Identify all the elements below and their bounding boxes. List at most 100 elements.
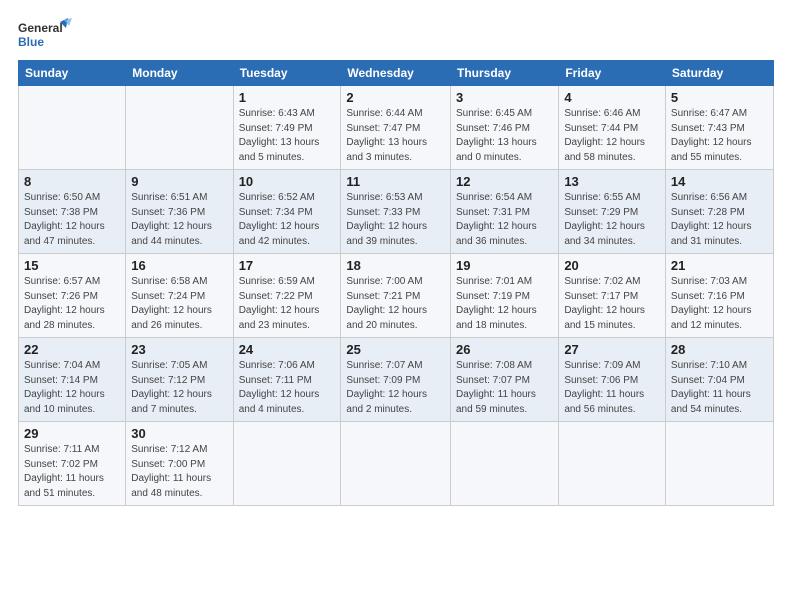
svg-text:Blue: Blue — [18, 35, 44, 49]
calendar-cell — [233, 422, 341, 506]
calendar-cell: 21 Sunrise: 7:03 AMSunset: 7:16 PMDaylig… — [665, 254, 773, 338]
day-number: 12 — [456, 174, 553, 189]
calendar-cell: 30 Sunrise: 7:12 AMSunset: 7:00 PMDaylig… — [126, 422, 233, 506]
calendar-cell: 18 Sunrise: 7:00 AMSunset: 7:21 PMDaylig… — [341, 254, 451, 338]
calendar-cell: 12 Sunrise: 6:54 AMSunset: 7:31 PMDaylig… — [450, 170, 558, 254]
day-of-week-header: Tuesday — [233, 61, 341, 86]
calendar-cell: 20 Sunrise: 7:02 AMSunset: 7:17 PMDaylig… — [559, 254, 666, 338]
day-info: Sunrise: 6:59 AMSunset: 7:22 PMDaylight:… — [239, 276, 320, 331]
calendar-cell: 24 Sunrise: 7:06 AMSunset: 7:11 PMDaylig… — [233, 338, 341, 422]
day-info: Sunrise: 7:00 AMSunset: 7:21 PMDaylight:… — [346, 276, 427, 331]
day-info: Sunrise: 7:05 AMSunset: 7:12 PMDaylight:… — [131, 360, 212, 415]
calendar-cell: 13 Sunrise: 6:55 AMSunset: 7:29 PMDaylig… — [559, 170, 666, 254]
logo-svg: General Blue — [18, 18, 73, 54]
day-info: Sunrise: 7:12 AMSunset: 7:00 PMDaylight:… — [131, 444, 211, 499]
calendar-cell: 16 Sunrise: 6:58 AMSunset: 7:24 PMDaylig… — [126, 254, 233, 338]
day-number: 23 — [131, 342, 227, 357]
day-info: Sunrise: 7:01 AMSunset: 7:19 PMDaylight:… — [456, 276, 537, 331]
calendar-table: SundayMondayTuesdayWednesdayThursdayFrid… — [18, 60, 774, 506]
day-info: Sunrise: 6:58 AMSunset: 7:24 PMDaylight:… — [131, 276, 212, 331]
day-number: 24 — [239, 342, 336, 357]
logo: General Blue — [18, 18, 73, 54]
calendar-week-row: 1 Sunrise: 6:43 AMSunset: 7:49 PMDayligh… — [19, 86, 774, 170]
day-of-week-header: Saturday — [665, 61, 773, 86]
day-number: 1 — [239, 90, 336, 105]
calendar-cell: 15 Sunrise: 6:57 AMSunset: 7:26 PMDaylig… — [19, 254, 126, 338]
calendar-cell — [450, 422, 558, 506]
day-info: Sunrise: 6:53 AMSunset: 7:33 PMDaylight:… — [346, 192, 427, 247]
day-info: Sunrise: 6:45 AMSunset: 7:46 PMDaylight:… — [456, 108, 537, 163]
day-of-week-header: Wednesday — [341, 61, 451, 86]
calendar-week-row: 8 Sunrise: 6:50 AMSunset: 7:38 PMDayligh… — [19, 170, 774, 254]
day-info: Sunrise: 6:50 AMSunset: 7:38 PMDaylight:… — [24, 192, 105, 247]
day-info: Sunrise: 6:54 AMSunset: 7:31 PMDaylight:… — [456, 192, 537, 247]
calendar-week-row: 22 Sunrise: 7:04 AMSunset: 7:14 PMDaylig… — [19, 338, 774, 422]
svg-text:General: General — [18, 21, 63, 35]
calendar-cell: 23 Sunrise: 7:05 AMSunset: 7:12 PMDaylig… — [126, 338, 233, 422]
day-number: 8 — [24, 174, 120, 189]
calendar-cell: 19 Sunrise: 7:01 AMSunset: 7:19 PMDaylig… — [450, 254, 558, 338]
day-number: 22 — [24, 342, 120, 357]
calendar-cell: 10 Sunrise: 6:52 AMSunset: 7:34 PMDaylig… — [233, 170, 341, 254]
calendar-week-row: 15 Sunrise: 6:57 AMSunset: 7:26 PMDaylig… — [19, 254, 774, 338]
day-number: 29 — [24, 426, 120, 441]
day-number: 13 — [564, 174, 660, 189]
day-info: Sunrise: 6:55 AMSunset: 7:29 PMDaylight:… — [564, 192, 645, 247]
day-number: 16 — [131, 258, 227, 273]
day-number: 14 — [671, 174, 768, 189]
day-of-week-header: Friday — [559, 61, 666, 86]
calendar-cell: 26 Sunrise: 7:08 AMSunset: 7:07 PMDaylig… — [450, 338, 558, 422]
day-info: Sunrise: 7:04 AMSunset: 7:14 PMDaylight:… — [24, 360, 105, 415]
calendar-cell — [559, 422, 666, 506]
day-of-week-header: Sunday — [19, 61, 126, 86]
calendar-cell: 22 Sunrise: 7:04 AMSunset: 7:14 PMDaylig… — [19, 338, 126, 422]
day-number: 2 — [346, 90, 445, 105]
calendar-cell — [19, 86, 126, 170]
calendar-cell: 2 Sunrise: 6:44 AMSunset: 7:47 PMDayligh… — [341, 86, 451, 170]
calendar-cell — [665, 422, 773, 506]
calendar-cell: 9 Sunrise: 6:51 AMSunset: 7:36 PMDayligh… — [126, 170, 233, 254]
calendar-cell: 25 Sunrise: 7:07 AMSunset: 7:09 PMDaylig… — [341, 338, 451, 422]
calendar-cell: 8 Sunrise: 6:50 AMSunset: 7:38 PMDayligh… — [19, 170, 126, 254]
day-info: Sunrise: 7:07 AMSunset: 7:09 PMDaylight:… — [346, 360, 427, 415]
day-number: 11 — [346, 174, 445, 189]
day-info: Sunrise: 6:47 AMSunset: 7:43 PMDaylight:… — [671, 108, 752, 163]
day-info: Sunrise: 6:57 AMSunset: 7:26 PMDaylight:… — [24, 276, 105, 331]
day-info: Sunrise: 7:02 AMSunset: 7:17 PMDaylight:… — [564, 276, 645, 331]
calendar-week-row: 29 Sunrise: 7:11 AMSunset: 7:02 PMDaylig… — [19, 422, 774, 506]
day-number: 21 — [671, 258, 768, 273]
day-number: 5 — [671, 90, 768, 105]
day-info: Sunrise: 6:44 AMSunset: 7:47 PMDaylight:… — [346, 108, 427, 163]
day-of-week-header: Thursday — [450, 61, 558, 86]
day-number: 28 — [671, 342, 768, 357]
calendar-cell — [126, 86, 233, 170]
calendar-cell: 3 Sunrise: 6:45 AMSunset: 7:46 PMDayligh… — [450, 86, 558, 170]
day-number: 9 — [131, 174, 227, 189]
day-number: 20 — [564, 258, 660, 273]
day-info: Sunrise: 6:52 AMSunset: 7:34 PMDaylight:… — [239, 192, 320, 247]
calendar-cell: 14 Sunrise: 6:56 AMSunset: 7:28 PMDaylig… — [665, 170, 773, 254]
day-number: 17 — [239, 258, 336, 273]
day-number: 25 — [346, 342, 445, 357]
day-info: Sunrise: 7:08 AMSunset: 7:07 PMDaylight:… — [456, 360, 536, 415]
calendar-cell: 11 Sunrise: 6:53 AMSunset: 7:33 PMDaylig… — [341, 170, 451, 254]
day-info: Sunrise: 6:43 AMSunset: 7:49 PMDaylight:… — [239, 108, 320, 163]
day-number: 15 — [24, 258, 120, 273]
calendar-cell: 29 Sunrise: 7:11 AMSunset: 7:02 PMDaylig… — [19, 422, 126, 506]
day-info: Sunrise: 7:10 AMSunset: 7:04 PMDaylight:… — [671, 360, 751, 415]
day-number: 4 — [564, 90, 660, 105]
day-info: Sunrise: 7:11 AMSunset: 7:02 PMDaylight:… — [24, 444, 104, 499]
calendar-cell: 27 Sunrise: 7:09 AMSunset: 7:06 PMDaylig… — [559, 338, 666, 422]
calendar-cell: 28 Sunrise: 7:10 AMSunset: 7:04 PMDaylig… — [665, 338, 773, 422]
day-info: Sunrise: 7:03 AMSunset: 7:16 PMDaylight:… — [671, 276, 752, 331]
day-info: Sunrise: 6:51 AMSunset: 7:36 PMDaylight:… — [131, 192, 212, 247]
day-of-week-header: Monday — [126, 61, 233, 86]
day-info: Sunrise: 7:09 AMSunset: 7:06 PMDaylight:… — [564, 360, 644, 415]
calendar-cell: 5 Sunrise: 6:47 AMSunset: 7:43 PMDayligh… — [665, 86, 773, 170]
day-number: 19 — [456, 258, 553, 273]
calendar-cell: 4 Sunrise: 6:46 AMSunset: 7:44 PMDayligh… — [559, 86, 666, 170]
day-number: 10 — [239, 174, 336, 189]
calendar-cell: 1 Sunrise: 6:43 AMSunset: 7:49 PMDayligh… — [233, 86, 341, 170]
day-number: 30 — [131, 426, 227, 441]
day-info: Sunrise: 6:46 AMSunset: 7:44 PMDaylight:… — [564, 108, 645, 163]
